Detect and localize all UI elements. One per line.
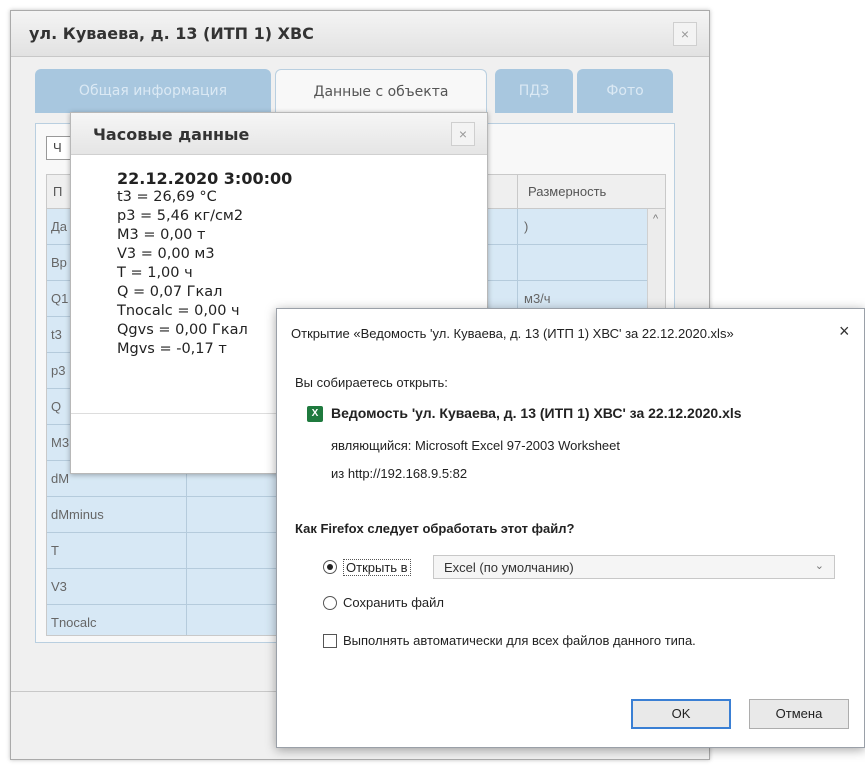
row-param: V3 — [47, 569, 187, 605]
save-file-radio[interactable] — [323, 596, 337, 610]
tab-pdz[interactable]: ПДЗ — [495, 69, 573, 113]
download-dialog: Открытие «Ведомость 'ул. Куваева, д. 13 … — [276, 308, 865, 748]
dialog-file-name: Ведомость 'ул. Куваева, д. 13 (ИТП 1) ХВ… — [331, 405, 742, 421]
open-with-value: Excel (по умолчанию) — [444, 560, 574, 575]
file-source-label: из — [331, 466, 345, 481]
hourly-line: M3 = 0,00 т — [117, 227, 206, 243]
window-titlebar: ул. Куваева, д. 13 (ИТП 1) ХВС × — [11, 11, 709, 57]
auto-action-label[interactable]: Выполнять автоматически для всех файлов … — [343, 633, 696, 648]
scroll-up-icon[interactable]: ^ — [653, 213, 658, 225]
grid-header-parameter[interactable]: П — [53, 184, 62, 199]
row-unit — [517, 245, 647, 281]
hourly-line: T = 1,00 ч — [117, 265, 193, 281]
popup-header: Часовые данные × — [71, 113, 487, 155]
grid-header-unit-cell[interactable]: Размерность — [517, 175, 647, 209]
hourly-line: p3 = 5,46 кг/см2 — [117, 208, 244, 224]
hourly-line: Tnocalc = 0,00 ч — [117, 303, 240, 319]
grid-header-unit: Размерность — [528, 184, 607, 199]
dialog-question: Как Firefox следует обработать этот файл… — [295, 521, 575, 536]
open-with-label[interactable]: Открыть в — [343, 559, 411, 576]
ok-button[interactable]: OK — [631, 699, 731, 729]
window-close-button[interactable]: × — [673, 22, 697, 46]
dialog-title: Открытие «Ведомость 'ул. Куваева, д. 13 … — [291, 326, 734, 341]
chevron-down-icon: ⌄ — [814, 560, 824, 572]
row-param: dMminus — [47, 497, 187, 533]
file-type-value: Microsoft Excel 97-2003 Worksheet — [415, 438, 620, 453]
row-unit: ) — [517, 209, 647, 245]
row-param: Tnocalc — [47, 605, 187, 635]
dialog-close-icon[interactable]: × — [839, 321, 850, 342]
save-file-label[interactable]: Сохранить файл — [343, 595, 444, 610]
popup-close-button[interactable]: × — [451, 122, 475, 146]
window-title: ул. Куваева, д. 13 (ИТП 1) ХВС — [29, 24, 314, 43]
popup-title: Часовые данные — [93, 125, 250, 144]
hourly-line: Q = 0,07 Гкал — [117, 284, 223, 300]
auto-action-checkbox[interactable] — [323, 634, 337, 648]
tab-general-info[interactable]: Общая информация — [35, 69, 271, 113]
tab-photo[interactable]: Фото — [577, 69, 673, 113]
open-with-radio[interactable] — [323, 560, 337, 574]
dialog-file-source: из http://192.168.9.5:82 — [331, 466, 467, 481]
cancel-button[interactable]: Отмена — [749, 699, 849, 729]
file-type-label: являющийся: — [331, 438, 412, 453]
hourly-values: 22.12.2020 3:00:00 t3 = 26,69 °C p3 = 5,… — [117, 169, 292, 359]
hourly-line: Qgvs = 0,00 Гкал — [117, 322, 248, 338]
hourly-line: Mgvs = -0,17 т — [117, 341, 227, 357]
file-source-value: http://192.168.9.5:82 — [347, 466, 468, 481]
excel-file-icon: X — [307, 406, 323, 422]
row-param: T — [47, 533, 187, 569]
hourly-line: t3 = 26,69 °C — [117, 189, 217, 205]
open-with-select[interactable]: Excel (по умолчанию) ⌄ — [433, 555, 835, 579]
hourly-date: 22.12.2020 3:00:00 — [117, 169, 293, 188]
dialog-file-type: являющийся: Microsoft Excel 97-2003 Work… — [331, 438, 620, 453]
dialog-intro: Вы собираетесь открыть: — [295, 375, 448, 390]
hourly-line: V3 = 0,00 м3 — [117, 246, 215, 262]
